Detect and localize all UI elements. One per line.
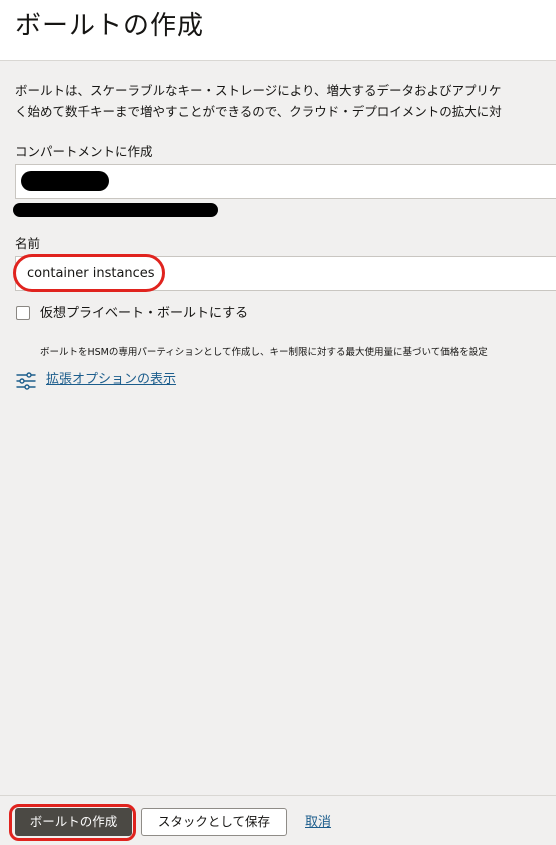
name-highlight-annotation (13, 254, 165, 292)
page-header: ボールトの作成 (0, 0, 556, 61)
description-line-1: ボールトは、スケーラブルなキー・ストレージにより、増大するデータおよびアプリケ (15, 83, 502, 98)
create-button-highlight-annotation (9, 804, 136, 841)
save-as-stack-button[interactable]: スタックとして保存 (141, 808, 287, 836)
redacted-compartment-value (21, 171, 109, 191)
virtual-private-vault-label[interactable]: 仮想プライベート・ボールトにする (40, 306, 248, 322)
compartment-label: コンパートメントに作成 (15, 144, 153, 159)
compartment-select[interactable] (15, 164, 556, 199)
virtual-private-vault-checkbox[interactable] (16, 306, 30, 320)
sliders-icon[interactable] (16, 372, 36, 390)
footer-action-bar: ボールトの作成 スタックとして保存 取消 (0, 795, 556, 845)
name-label: 名前 (15, 236, 41, 251)
page-title: ボールトの作成 (15, 11, 205, 41)
vault-description: ボールトは、スケーラブルなキー・ストレージにより、増大するデータおよびアプリケ … (15, 80, 556, 122)
cancel-link[interactable]: 取消 (305, 815, 331, 831)
show-advanced-options-link[interactable]: 拡張オプションの表示 (46, 372, 176, 388)
virtual-private-vault-helper: ボールトをHSMの専用パーティションとして作成し、キー制限に対する最大使用量に基… (40, 347, 488, 358)
description-line-2: く始めて数千キーまで増やすことができるので、クラウド・デプロイメントの拡大に対 (15, 104, 502, 119)
redacted-compartment-path (13, 203, 218, 217)
